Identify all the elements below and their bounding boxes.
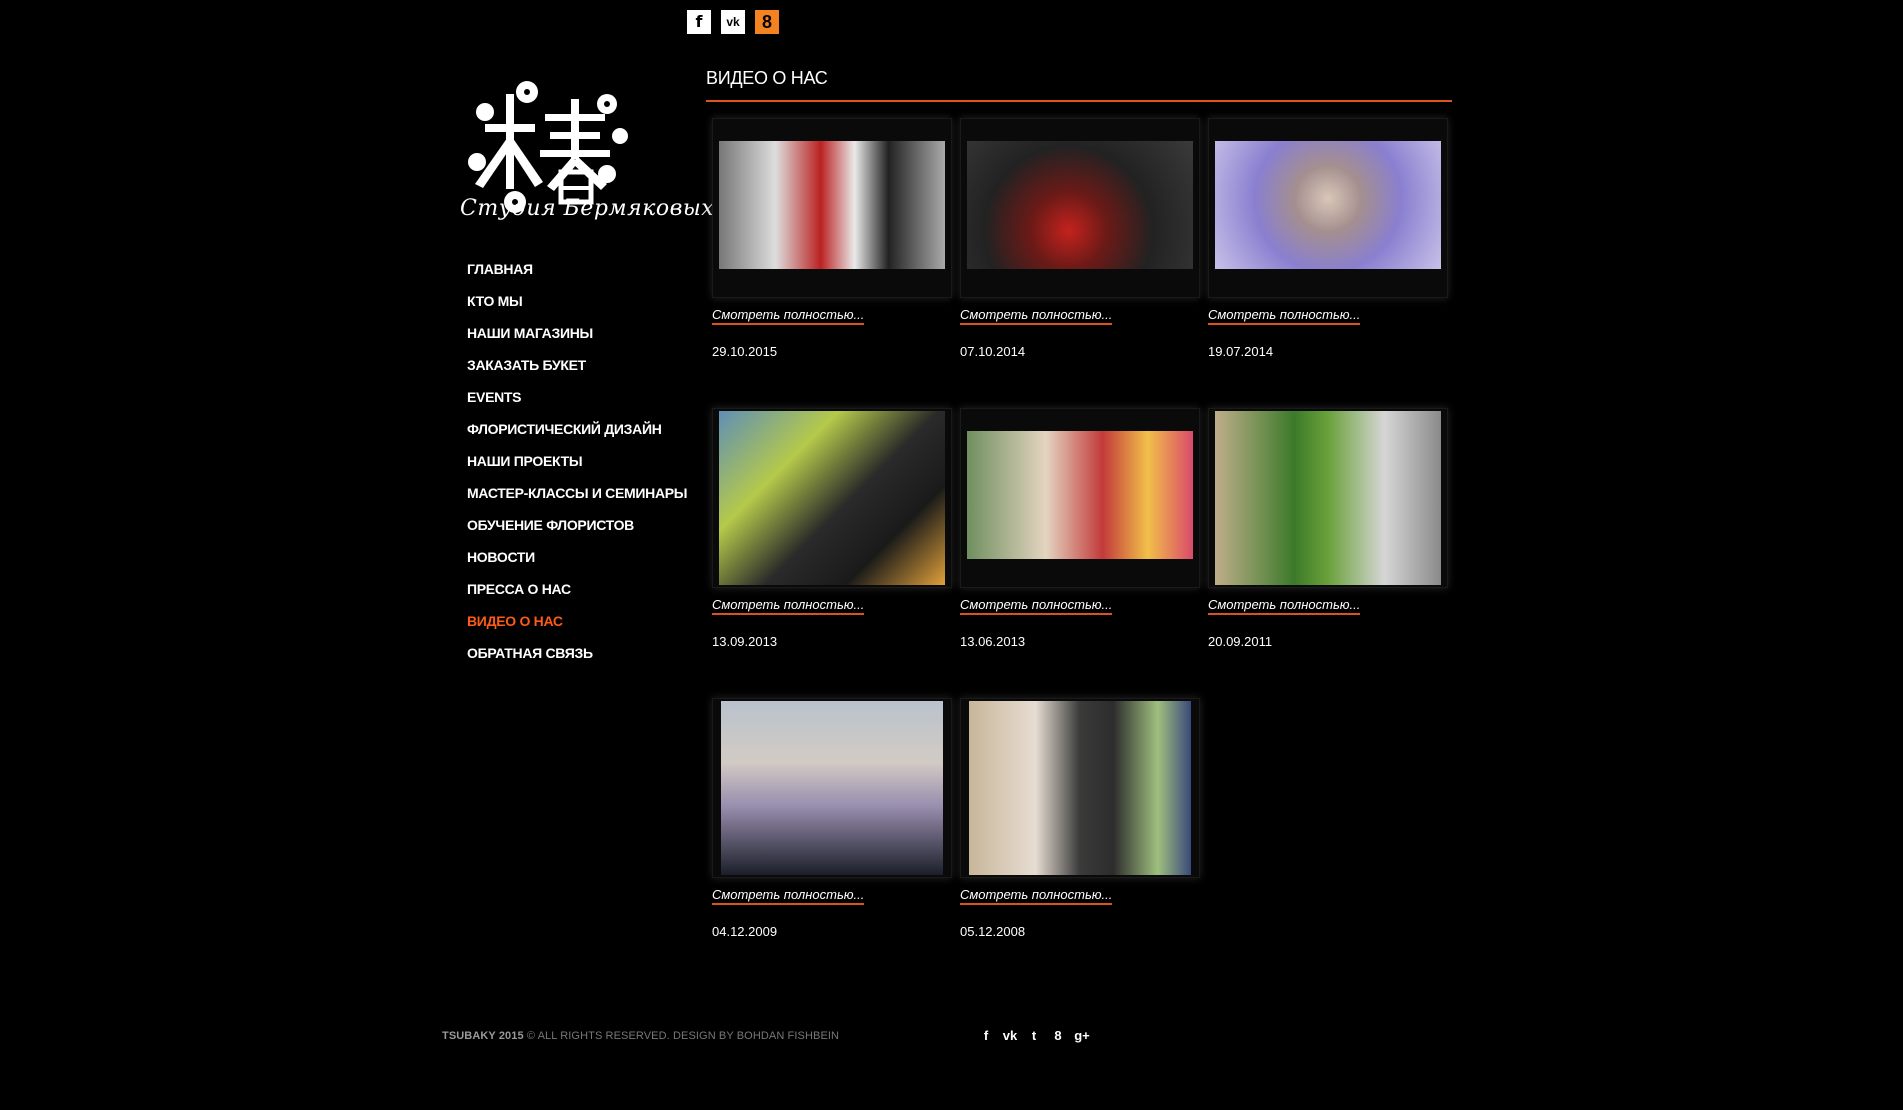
- facebook-icon[interactable]: f: [687, 10, 711, 34]
- watch-full-link[interactable]: Смотреть полностью...: [960, 887, 1113, 905]
- nav-item-training[interactable]: ОБУЧЕНИЕ ФЛОРИСТОВ: [467, 512, 687, 544]
- twitter-icon[interactable]: t: [1026, 1028, 1042, 1043]
- nav-item-masterclasses[interactable]: МАСТЕР-КЛАССЫ И СЕМИНАРЫ: [467, 480, 688, 512]
- video-date: 13.09.2013: [712, 634, 778, 649]
- watch-full-link[interactable]: Смотреть полностью...: [960, 307, 1113, 325]
- google-plus-icon[interactable]: g+: [1074, 1028, 1090, 1043]
- video-date: 20.09.2011: [1208, 634, 1273, 649]
- video-thumbnail[interactable]: [712, 118, 952, 298]
- watch-full-link[interactable]: Смотреть полностью...: [1208, 307, 1361, 325]
- video-thumbnail[interactable]: [960, 698, 1200, 878]
- video-date: 29.10.2015: [712, 344, 778, 359]
- video-thumbnail[interactable]: [960, 118, 1200, 298]
- nav-item-floral-design[interactable]: ФЛОРИСТИЧЕСКИЙ ДИЗАЙН: [467, 416, 687, 448]
- video-card: Смотреть полностью... 05.12.2008: [960, 698, 1200, 939]
- footer-social-bar: f vk t 8 g+: [978, 1028, 1090, 1043]
- vk-icon[interactable]: vk: [721, 10, 745, 34]
- video-card: Смотреть полностью... 19.07.2014: [1208, 118, 1448, 359]
- nav-item-press[interactable]: ПРЕССА О НАС: [467, 576, 687, 608]
- watch-full-link[interactable]: Смотреть полностью...: [712, 597, 865, 615]
- video-card: Смотреть полностью... 13.06.2013: [960, 408, 1200, 649]
- video-thumbnail[interactable]: [1208, 408, 1448, 588]
- title-divider: [706, 100, 1452, 102]
- video-thumbnail[interactable]: [960, 408, 1200, 588]
- video-card: Смотреть полностью... 20.09.2011: [1208, 408, 1448, 649]
- nav-item-projects[interactable]: НАШИ ПРОЕКТЫ: [467, 448, 687, 480]
- nav-item-video[interactable]: ВИДЕО О НАС: [467, 608, 687, 640]
- facebook-icon[interactable]: f: [978, 1028, 994, 1043]
- video-card: Смотреть полностью... 07.10.2014: [960, 118, 1200, 359]
- video-card: Смотреть полностью... 29.10.2015: [712, 118, 952, 359]
- odnoklassniki-icon[interactable]: 8: [1050, 1028, 1066, 1043]
- footer-credits: © ALL RIGHTS RESERVED. DESIGN BY BOHDAN …: [526, 1030, 840, 1042]
- odnoklassniki-icon[interactable]: 8: [755, 10, 779, 34]
- nav-item-events[interactable]: EVENTS: [467, 384, 687, 416]
- footer-brand: TSUBAKY 2015: [442, 1030, 524, 1042]
- nav-item-home[interactable]: ГЛАВНАЯ: [467, 256, 687, 288]
- logo-caption: Студия Бермяковых: [460, 196, 715, 221]
- watch-full-link[interactable]: Смотреть полностью...: [960, 597, 1113, 615]
- main-nav: ГЛАВНАЯ КТО МЫ НАШИ МАГАЗИНЫ ЗАКАЗАТЬ БУ…: [467, 256, 688, 672]
- video-date: 13.06.2013: [960, 634, 1026, 649]
- vk-icon[interactable]: vk: [1002, 1028, 1018, 1043]
- video-thumbnail[interactable]: [712, 698, 952, 878]
- nav-item-news[interactable]: НОВОСТИ: [467, 544, 687, 576]
- video-date: 05.12.2008: [960, 924, 1026, 939]
- nav-item-about[interactable]: КТО МЫ: [467, 288, 687, 320]
- watch-full-link[interactable]: Смотреть полностью...: [712, 887, 865, 905]
- nav-item-shops[interactable]: НАШИ МАГАЗИНЫ: [467, 320, 687, 352]
- page-title: ВИДЕО О НАС: [706, 68, 828, 88]
- video-date: 07.10.2014: [960, 344, 1026, 359]
- footer-copyright: TSUBAKY 2015 © ALL RIGHTS RESERVED. DESI…: [442, 1030, 839, 1042]
- video-card: Смотреть полностью... 04.12.2009: [712, 698, 952, 939]
- nav-item-order-bouquet[interactable]: ЗАКАЗАТЬ БУКЕТ: [467, 352, 687, 384]
- nav-item-contact[interactable]: ОБРАТНАЯ СВЯЗЬ: [467, 640, 687, 672]
- watch-full-link[interactable]: Смотреть полностью...: [712, 307, 865, 325]
- video-date: 19.07.2014: [1208, 344, 1274, 359]
- video-thumbnail[interactable]: [712, 408, 952, 588]
- top-social-bar: f vk 8: [687, 10, 779, 34]
- video-date: 04.12.2009: [712, 924, 778, 939]
- video-thumbnail[interactable]: [1208, 118, 1448, 298]
- video-card: Смотреть полностью... 13.09.2013: [712, 408, 952, 649]
- watch-full-link[interactable]: Смотреть полностью...: [1208, 597, 1361, 615]
